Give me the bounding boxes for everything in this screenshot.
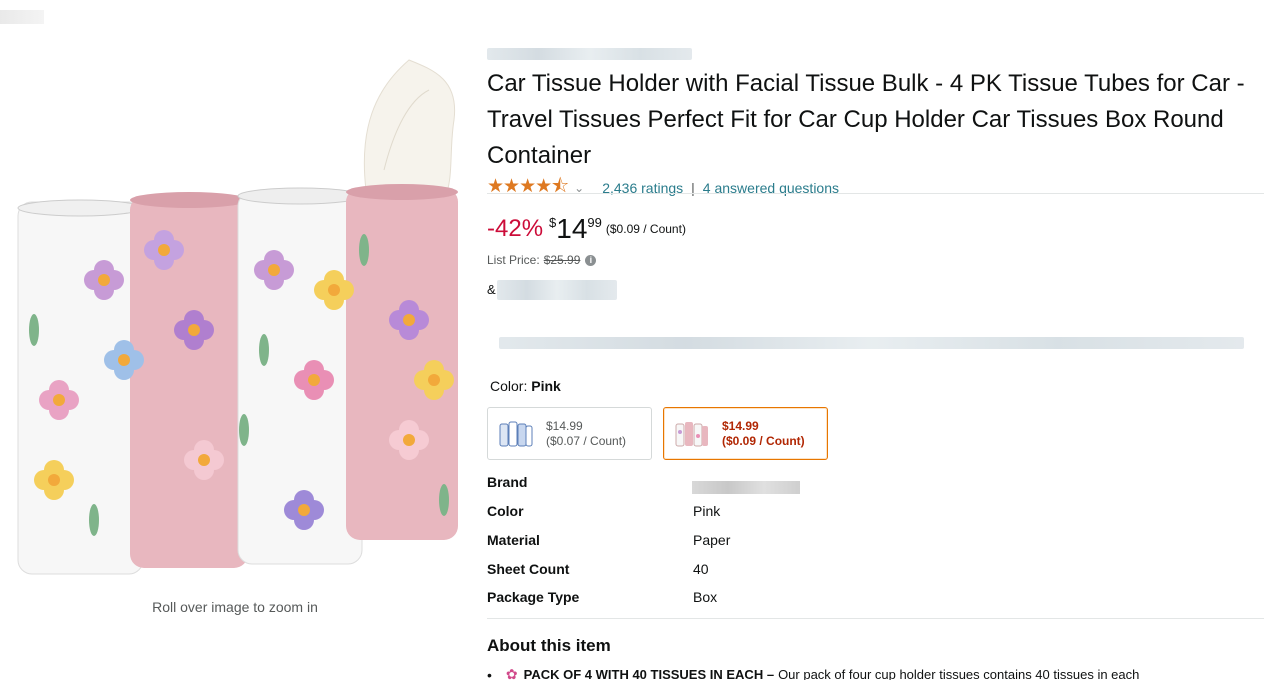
product-title: Car Tissue Holder with Facial Tissue Bul… (487, 70, 1245, 169)
spec-key: Color (487, 503, 524, 519)
color-label: Color: Pink (490, 378, 561, 394)
price-whole: 14 (556, 213, 588, 244)
product-image[interactable] (14, 50, 464, 590)
bullet-dot-icon: • (487, 666, 492, 680)
bullet-bold-text: PACK OF 4 WITH 40 TISSUES IN EACH – (523, 667, 775, 680)
star-rating-icon[interactable]: ★★★★⯪ (487, 172, 569, 204)
swatch-price: $14.99 ($0.09 / Count) (722, 419, 805, 449)
divider (487, 193, 1264, 194)
spec-value: Pink (693, 503, 721, 519)
spec-value: Box (693, 589, 718, 605)
divider (487, 618, 1264, 619)
flower-icon: ✿ (505, 666, 518, 680)
color-label-text: Color: (490, 378, 528, 394)
swatch-price-value: $14.99 (546, 418, 583, 433)
about-bullet: • ✿ PACK OF 4 WITH 40 TISSUES IN EACH – … (487, 666, 1139, 680)
spec-key: Package Type (487, 589, 580, 605)
color-selected: Pink (531, 378, 561, 394)
list-price-value: $25.99 (543, 253, 581, 267)
spec-key: Sheet Count (487, 561, 570, 577)
swatch-price: $14.99 ($0.07 / Count) (546, 419, 626, 449)
swatch-unit-price: ($0.07 / Count) (546, 433, 627, 448)
about-heading: About this item (487, 636, 611, 655)
unit-price: ($0.09 / Count) (605, 222, 686, 236)
swatch-thumbnail-blue (499, 421, 533, 446)
swatch-price-value: $14.99 (722, 418, 759, 433)
swatch-thumbnail-pink (675, 421, 708, 446)
blurred-shipping-text (497, 280, 617, 300)
bullet-text: Our pack of four cup holder tissues cont… (778, 667, 1140, 680)
blurred-store-link[interactable] (487, 48, 692, 60)
price-fraction: 99 (587, 215, 602, 230)
spec-value: Paper (693, 532, 731, 548)
blurred-promo-banner (499, 337, 1244, 349)
zoom-hint: Roll over image to zoom in (152, 599, 318, 615)
spec-key: Material (487, 532, 540, 548)
spec-value: 40 (693, 561, 709, 577)
blurred-corner-text (0, 10, 44, 24)
color-swatch-option[interactable]: $14.99 ($0.07 / Count) (487, 407, 652, 460)
list-price: List Price: $25.99 i (487, 253, 597, 267)
blurred-brand-value[interactable] (692, 481, 800, 494)
ampersand: & (487, 282, 496, 297)
image-gallery: Roll over image to zoom in (0, 40, 470, 620)
discount-percent: -42% (487, 215, 544, 242)
price-currency: $ (549, 215, 557, 230)
spec-key: Brand (487, 474, 528, 490)
list-price-label: List Price: (487, 253, 540, 267)
price-row: -42% $ 14 99 ($0.09 / Count) (487, 212, 686, 246)
info-icon[interactable]: i (585, 254, 597, 266)
swatch-unit-price: ($0.09 / Count) (722, 433, 805, 448)
rating-row: ★★★★⯪ ⌄ 2,436 ratings | 4 answered quest… (487, 172, 839, 204)
color-swatch-option-selected[interactable]: $14.99 ($0.09 / Count) (663, 407, 828, 460)
